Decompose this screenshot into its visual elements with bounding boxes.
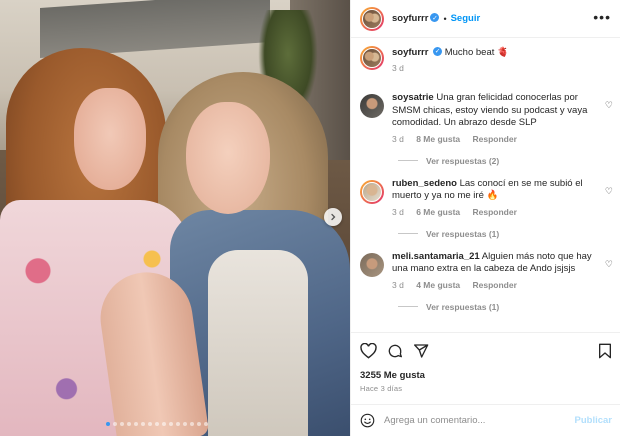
view-replies-label: Ver respuestas (1) <box>426 228 500 239</box>
bookmark-icon[interactable] <box>598 343 612 359</box>
carousel-dot <box>183 422 187 426</box>
comment: meli.santamaria_21 Alguien más noto que … <box>360 251 616 290</box>
carousel-dot <box>190 422 194 426</box>
caption-time: 3 d <box>392 63 404 73</box>
reply-button[interactable]: Responder <box>473 280 517 290</box>
photo-person-right-top <box>208 250 308 436</box>
view-replies-label: Ver respuestas (2) <box>426 155 500 166</box>
publish-button[interactable]: Publicar <box>575 415 613 426</box>
carousel-dot <box>197 422 201 426</box>
carousel-dot <box>155 422 159 426</box>
commenter-avatar[interactable] <box>360 179 384 204</box>
post-actions: 3255 Me gusta Hace 3 días <box>351 332 620 393</box>
carousel-dot <box>134 422 138 426</box>
carousel-dot <box>127 422 131 426</box>
carousel-dot <box>162 422 166 426</box>
heart-icon[interactable] <box>360 343 377 359</box>
commenter-username[interactable]: meli.santamaria_21 <box>392 251 480 262</box>
carousel-indicator <box>106 422 208 426</box>
caption-text-line: soyfurrr ✓ Mucho beat 🫀 <box>392 46 509 59</box>
replies-divider <box>398 160 418 161</box>
view-replies-label: Ver respuestas (1) <box>426 301 500 312</box>
carousel-dot <box>141 422 145 426</box>
author-avatar[interactable] <box>360 6 384 31</box>
header-separator: • <box>443 13 447 24</box>
post-side-panel: soyfurrr ✓ • Seguir ••• soyfurrr ✓ Mucho… <box>350 0 620 436</box>
commenter-avatar[interactable] <box>360 252 384 277</box>
carousel-dot <box>113 422 117 426</box>
comment-composer: Publicar <box>351 404 620 436</box>
emoji-icon[interactable] <box>360 413 375 428</box>
photo-person-left-face <box>74 88 146 190</box>
comment-time: 3 d <box>392 279 404 290</box>
comment-likes[interactable]: 4 Me gusta <box>416 280 460 290</box>
post-caption: soyfurrr ✓ Mucho beat 🫀 3 d <box>360 46 615 73</box>
comment-time: 3 d <box>392 133 404 144</box>
post-time: Hace 3 días <box>360 384 403 393</box>
next-arrow-icon <box>331 213 336 221</box>
post-photo[interactable] <box>0 0 350 436</box>
verified-badge-icon: ✓ <box>430 13 440 22</box>
view-replies-button[interactable]: Ver respuestas (1) <box>398 302 616 312</box>
carousel-dot <box>169 422 173 426</box>
replies-divider <box>398 306 418 307</box>
caption-avatar[interactable] <box>360 46 384 70</box>
caption-username[interactable]: soyfurrr <box>392 47 428 58</box>
view-replies-button[interactable]: Ver respuestas (2) <box>398 156 616 166</box>
carousel-dot <box>106 422 110 426</box>
comment-input[interactable] <box>384 415 575 426</box>
likes-count[interactable]: 3255 Me gusta <box>360 370 612 381</box>
carousel-dot <box>148 422 152 426</box>
view-replies-button[interactable]: Ver respuestas (1) <box>398 229 616 239</box>
reply-button[interactable]: Responder <box>473 207 517 217</box>
author-username[interactable]: soyfurrr <box>392 13 428 24</box>
commenter-username[interactable]: soysatrie <box>392 92 434 103</box>
more-options-icon[interactable]: ••• <box>593 10 611 24</box>
comment-likes[interactable]: 8 Me gusta <box>416 134 460 144</box>
comment-icon[interactable] <box>387 343 403 359</box>
comment-likes[interactable]: 6 Me gusta <box>416 207 460 217</box>
follow-button[interactable]: Seguir <box>451 13 481 24</box>
carousel-dot <box>176 422 180 426</box>
caption-text: Mucho beat 🫀 <box>444 47 509 58</box>
reply-button[interactable]: Responder <box>473 134 517 144</box>
heart-icon[interactable]: ♡ <box>605 259 613 270</box>
commenter-avatar[interactable] <box>360 94 384 118</box>
carousel-dot <box>120 422 124 426</box>
heart-icon[interactable]: ♡ <box>605 100 613 111</box>
post-header: soyfurrr ✓ • Seguir ••• <box>351 0 620 38</box>
comment-time: 3 d <box>392 206 404 217</box>
comment: soysatrie Una gran felicidad conocerlas … <box>360 92 616 144</box>
share-icon[interactable] <box>413 343 429 359</box>
replies-divider <box>398 233 418 234</box>
comment-list[interactable]: soysatrie Una gran felicidad conocerlas … <box>360 92 616 332</box>
carousel-next-button[interactable] <box>324 208 342 226</box>
comment: ruben_sedeno Las conocí en se me subió e… <box>360 178 616 217</box>
carousel-dot <box>204 422 208 426</box>
verified-badge-icon: ✓ <box>433 46 443 56</box>
commenter-username[interactable]: ruben_sedeno <box>392 178 457 189</box>
photo-person-right-face <box>186 102 270 214</box>
heart-icon[interactable]: ♡ <box>605 186 613 197</box>
